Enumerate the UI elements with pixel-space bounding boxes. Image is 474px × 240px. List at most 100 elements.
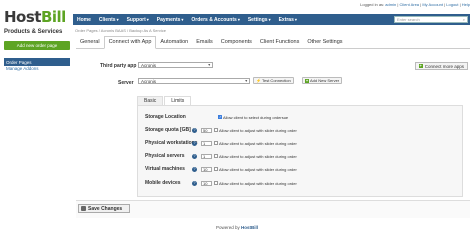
- tab-connect-with-app[interactable]: Connect with App: [103, 36, 157, 49]
- field-label: Virtual machines: [145, 166, 185, 172]
- client-area-link[interactable]: Client Area: [399, 2, 419, 7]
- my-account-link[interactable]: My Account: [422, 2, 443, 7]
- chevron-down-icon: ▾: [237, 17, 240, 22]
- field-row: Storage quota [GB] ? 50 Allow client to …: [145, 127, 297, 133]
- field-option[interactable]: Allow client to adjust with slider durin…: [214, 128, 297, 133]
- chevron-down-icon: ▾: [268, 17, 271, 22]
- sidebar-item-order-pages[interactable]: Order Pages: [4, 58, 70, 66]
- sidebar-title: Products & Services: [4, 29, 63, 35]
- help-icon[interactable]: ?: [192, 166, 197, 172]
- save-icon: [81, 206, 86, 211]
- search-input[interactable]: Enter search ⌕: [394, 16, 468, 23]
- plus-icon: +: [418, 63, 423, 68]
- footer-prefix: Powered by: [215, 225, 240, 230]
- logout-link[interactable]: Logout: [446, 2, 458, 7]
- field-value-input[interactable]: 10: [201, 180, 212, 186]
- logo-text-bill: Bill: [40, 8, 66, 26]
- field-option-label: Allow client to adjust with slider durin…: [219, 180, 297, 186]
- field-row: Storage Location ✓ Allow client to select…: [145, 114, 288, 120]
- nav-home[interactable]: Home: [73, 17, 95, 23]
- help-icon[interactable]: ?: [192, 180, 197, 186]
- checkbox[interactable]: [214, 141, 218, 145]
- plus-icon: +: [305, 77, 309, 83]
- field-option[interactable]: ✓ Allow client to select during ordersue: [218, 115, 288, 120]
- help-icon[interactable]: ?: [192, 153, 197, 159]
- third-party-app-value: Acronis: [141, 62, 157, 68]
- field-label: Storage Location: [145, 114, 186, 120]
- tab-components[interactable]: Components: [217, 39, 256, 48]
- field-value-input[interactable]: 10: [201, 166, 212, 172]
- nav-settings[interactable]: Settings ▾: [244, 17, 275, 23]
- server-value: Acronis: [141, 78, 157, 84]
- add-new-server-label: Add New Server: [310, 78, 340, 83]
- save-changes-button[interactable]: Save Changes: [78, 204, 130, 213]
- main-nav: Home Clients ▾ Support ▾ Payments ▾ Orders …: [73, 14, 470, 25]
- nav-support[interactable]: Support ▾: [123, 17, 153, 23]
- logged-in-label: Logged in as:: [360, 2, 385, 7]
- search-icon[interactable]: ⌕: [463, 17, 465, 22]
- field-row: Physical workstations ? 1 Allow client t…: [145, 140, 297, 146]
- chevron-down-icon: ▼: [207, 63, 211, 67]
- field-option-label: Allow client to select during ordersue: [223, 114, 289, 120]
- server-label: Server: [118, 80, 134, 86]
- footer: Powered by HostBill: [0, 225, 474, 230]
- nav-payments-label: Payments: [156, 16, 181, 23]
- checkbox[interactable]: [214, 154, 218, 158]
- nav-extras-label: Extras: [278, 16, 294, 23]
- breadcrumb[interactable]: Order Pages / Acronis BAAS / Backup As A…: [75, 28, 166, 33]
- connect-more-apps-button[interactable]: + Connect more apps: [414, 62, 468, 70]
- top-links: Logged in as: admin | Client Area | My A…: [360, 2, 470, 7]
- tab-general[interactable]: General: [76, 39, 104, 48]
- field-label: Storage quota [GB]: [145, 127, 191, 133]
- sidebar-item-manage-addons[interactable]: Manage Addons: [6, 66, 39, 71]
- field-label: Physical workstations: [145, 140, 198, 146]
- chevron-down-icon: ▾: [116, 17, 119, 22]
- checkbox[interactable]: ✓: [218, 115, 222, 119]
- tab-client-functions[interactable]: Client Functions: [256, 39, 303, 48]
- nav-payments[interactable]: Payments ▾: [153, 17, 188, 23]
- tab-emails[interactable]: Emails: [192, 39, 217, 48]
- add-order-page-button[interactable]: Add new order page: [4, 41, 70, 50]
- field-option-label: Allow client to adjust with slider durin…: [219, 153, 297, 159]
- nav-clients[interactable]: Clients ▾: [95, 17, 123, 23]
- plug-icon: ⚡: [256, 78, 261, 83]
- field-value-input[interactable]: 50: [201, 127, 212, 133]
- help-icon[interactable]: ?: [192, 140, 197, 146]
- tab-automation[interactable]: Automation: [156, 39, 192, 48]
- logo[interactable]: HostBill: [4, 8, 66, 26]
- search-placeholder: Enter search: [397, 17, 420, 22]
- nav-orders-label: Orders & Accounts: [191, 16, 237, 23]
- nav-support-label: Support: [126, 16, 146, 23]
- nav-extras[interactable]: Extras ▾: [275, 17, 301, 23]
- checkbox[interactable]: [214, 167, 218, 171]
- nav-orders[interactable]: Orders & Accounts ▾: [187, 17, 243, 23]
- third-party-app-select[interactable]: Acronis ▼: [138, 62, 213, 68]
- checkbox[interactable]: [214, 181, 218, 185]
- chevron-down-icon: ▼: [244, 79, 248, 83]
- field-row: Virtual machines ? 10 Allow client to ad…: [145, 166, 297, 172]
- field-option[interactable]: Allow client to adjust with slider durin…: [214, 141, 297, 146]
- settings-tabs: General Connect with App Automation Emai…: [76, 36, 470, 49]
- logo-text-host: Host: [4, 8, 41, 26]
- test-connection-button[interactable]: ⚡ Test Connection: [253, 77, 294, 84]
- user-link[interactable]: admin: [385, 2, 396, 7]
- field-option[interactable]: Allow client to adjust with slider durin…: [214, 167, 297, 172]
- server-select[interactable]: Acronis ▼: [138, 78, 250, 84]
- field-value-input[interactable]: 1: [201, 140, 212, 146]
- field-value-input[interactable]: 1: [201, 153, 212, 159]
- help-icon[interactable]: ?: [192, 127, 197, 133]
- add-new-server-button[interactable]: + Add New Server: [302, 77, 343, 84]
- save-changes-label: Save Changes: [88, 205, 123, 212]
- footer-brand-link[interactable]: HostBill: [241, 225, 258, 230]
- test-connection-label: Test Connection: [261, 78, 291, 83]
- chevron-down-icon: ▾: [294, 17, 297, 22]
- field-option-label: Allow client to adjust with slider durin…: [219, 166, 297, 172]
- chevron-down-icon: ▾: [146, 17, 149, 22]
- checkbox[interactable]: [214, 128, 218, 132]
- save-bar: [76, 200, 470, 218]
- field-option[interactable]: Allow client to adjust with slider durin…: [214, 154, 297, 159]
- nav-settings-label: Settings: [247, 16, 268, 23]
- tab-other-settings[interactable]: Other Settings: [303, 39, 346, 48]
- field-option[interactable]: Allow client to adjust with slider durin…: [214, 181, 297, 186]
- help-link[interactable]: Help: [462, 2, 470, 7]
